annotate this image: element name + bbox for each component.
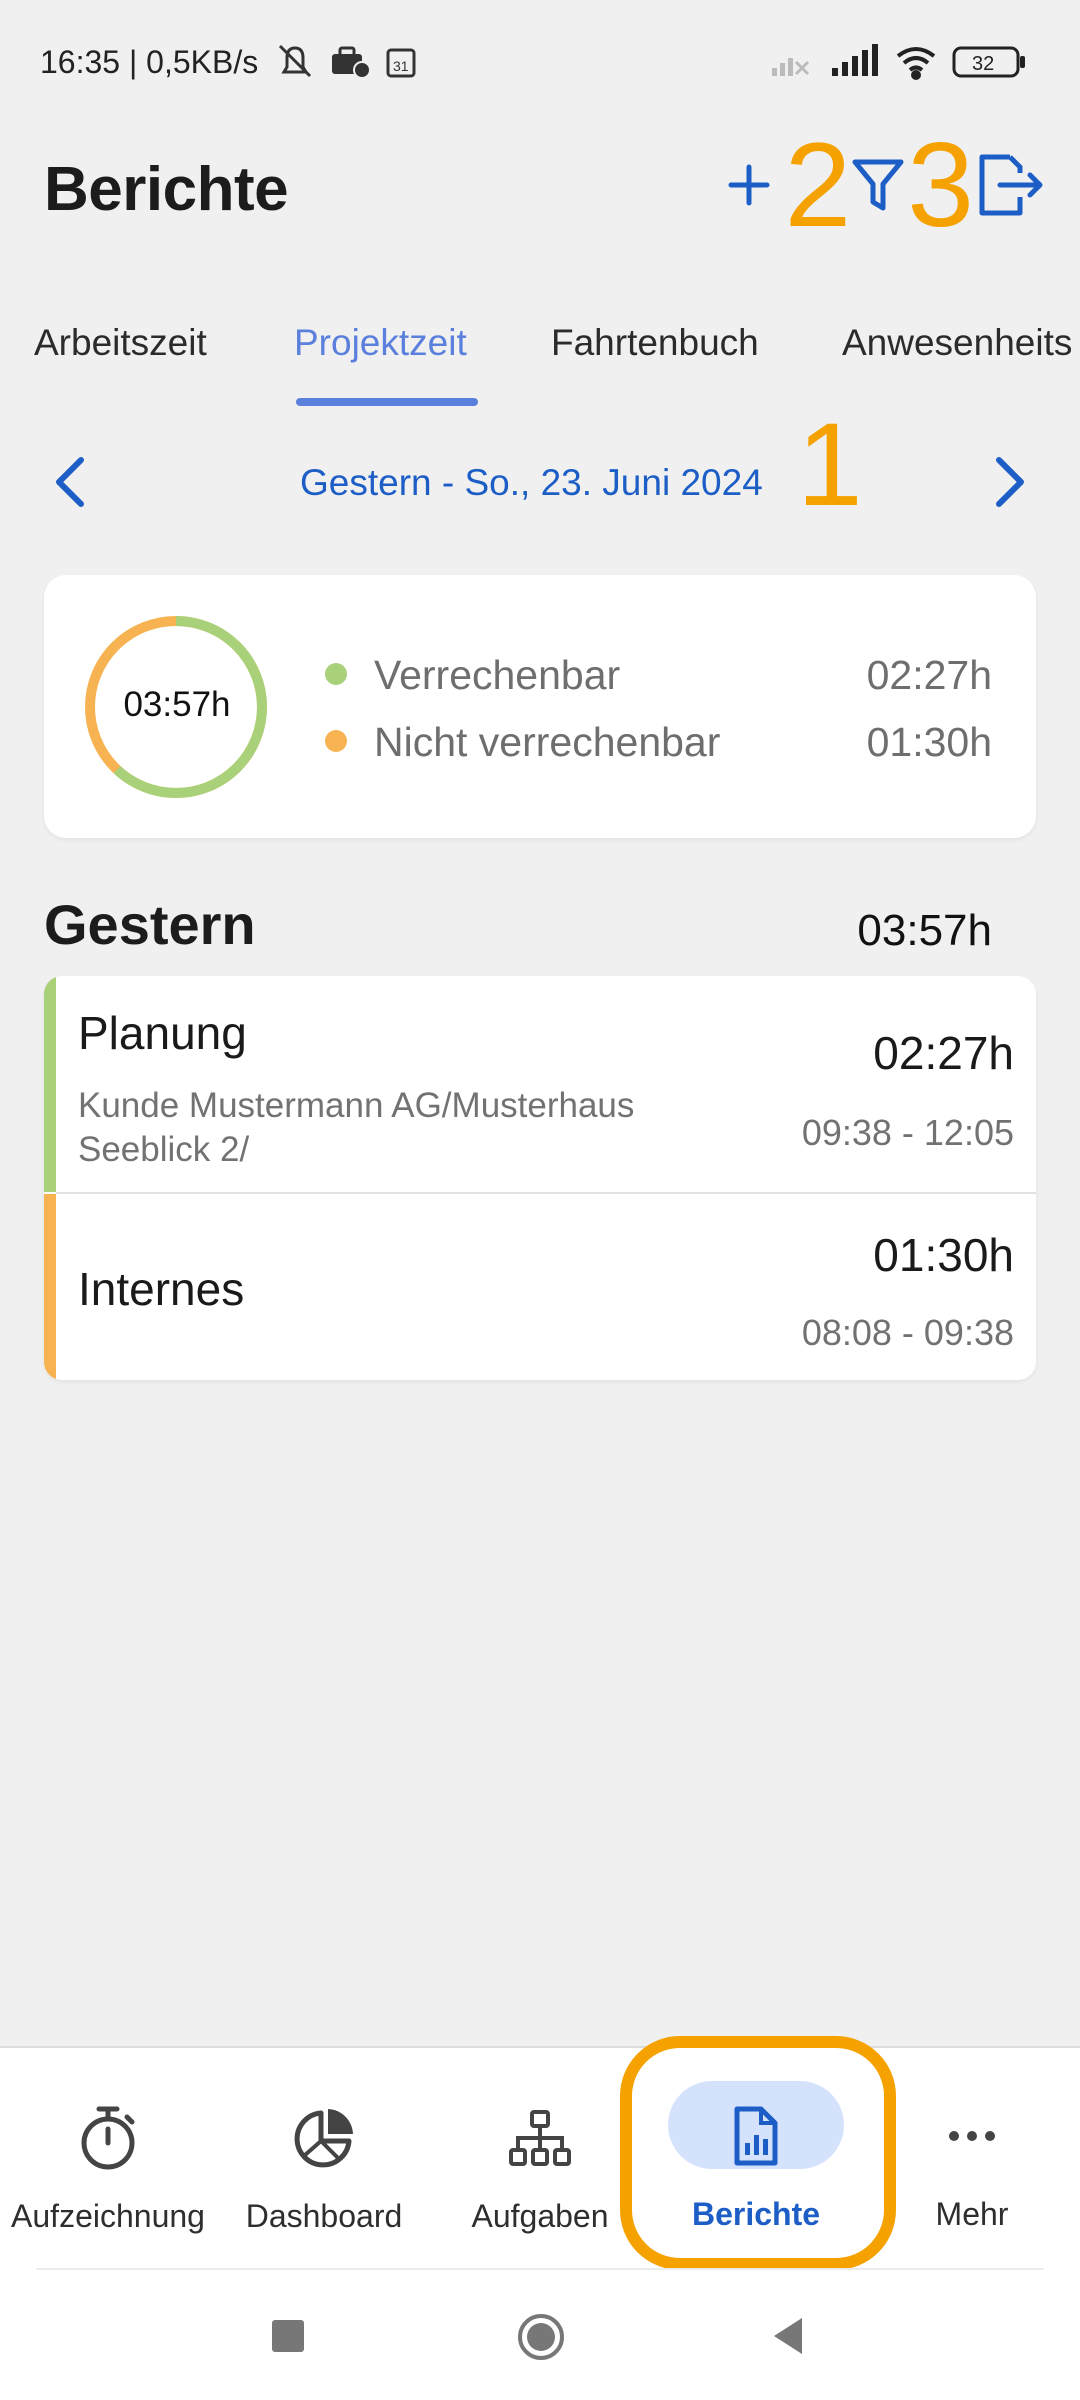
nonbillable-label: Nicht verrechenbar (374, 719, 721, 765)
toolbox-icon (332, 46, 371, 79)
wifi-icon (896, 47, 936, 80)
more-icon (932, 2096, 1012, 2176)
entry-color-bar (44, 976, 56, 1192)
pie-chart-icon (284, 2098, 364, 2178)
recent-apps-button[interactable] (270, 2318, 306, 2359)
filter-button[interactable] (851, 145, 907, 225)
svg-text:31: 31 (393, 58, 409, 74)
nonbillable-dot (325, 730, 347, 752)
annotation-2: 2 (784, 118, 852, 252)
tab-indicator (296, 398, 478, 406)
nav-dashboard[interactable]: Dashboard (216, 2048, 432, 2284)
tab-anwesenheit[interactable]: Anwesenheits (842, 322, 1072, 364)
export-button[interactable] (974, 145, 1044, 225)
highlight-ring-annotation (620, 2036, 896, 2270)
signal-icon (832, 44, 878, 76)
tab-arbeitszeit[interactable]: Arbeitszeit (34, 322, 207, 364)
status-icons-right: 32 (772, 42, 1032, 87)
nav-separator (36, 2268, 1044, 2270)
entry-time-range: 08:08 - 09:38 (801, 1312, 1014, 1353)
chevron-left-icon (56, 457, 84, 507)
date-label[interactable]: Gestern - So., 23. Juni 2024 (300, 462, 763, 504)
entry-color-bar (44, 1194, 56, 1380)
nav-aufgaben[interactable]: Aufgaben (432, 2048, 648, 2284)
export-icon (979, 154, 1043, 216)
back-button[interactable] (770, 2316, 806, 2361)
next-day-button[interactable] (974, 447, 1044, 517)
status-icons-left: 31 (276, 42, 436, 87)
entry-time-range: 09:38 - 12:05 (801, 1112, 1014, 1153)
signal-weak-icon (772, 58, 810, 76)
filter-icon (852, 159, 904, 211)
entry-planung[interactable]: Planung Kunde Mustermann AG/Musterhaus S… (44, 976, 1036, 1192)
donut-total: 03:57h (123, 685, 231, 724)
tab-fahrtenbuch[interactable]: Fahrtenbuch (551, 322, 759, 364)
system-navigation-bar (0, 2290, 1080, 2400)
annotation-1: 1 (797, 399, 863, 531)
status-time: 16:35 | 0,5KB/s (40, 44, 259, 80)
entry-duration: 01:30h (873, 1229, 1014, 1281)
billable-label: Verrechenbar (374, 652, 621, 698)
page-title: Berichte (44, 155, 289, 224)
hierarchy-icon (500, 2098, 580, 2178)
home-button[interactable] (516, 2312, 566, 2367)
nav-label: Mehr (935, 2196, 1009, 2232)
stopwatch-icon (68, 2098, 148, 2178)
entry-name: Planung (78, 1007, 247, 1059)
plus-icon (728, 164, 769, 206)
tab-projektzeit[interactable]: Projektzeit (294, 322, 467, 364)
home-circle-icon (518, 2314, 564, 2360)
add-button[interactable] (725, 145, 785, 225)
back-triangle-icon (774, 2318, 802, 2354)
battery-icon: 32 (952, 46, 1025, 78)
nav-label: Aufzeichnung (11, 2198, 205, 2234)
nonbillable-value: 01:30h (866, 719, 992, 765)
entry-duration: 02:27h (873, 1027, 1014, 1079)
nav-label: Dashboard (245, 2198, 403, 2234)
entry-internes[interactable]: Internes 01:30h 08:08 - 09:38 (44, 1194, 1036, 1380)
entries-card: Planung Kunde Mustermann AG/Musterhaus S… (44, 976, 1036, 1380)
day-total: 03:57h (857, 906, 992, 955)
header-actions: 2 3 (725, 118, 1045, 252)
previous-day-button[interactable] (36, 447, 106, 517)
nav-label: Aufgaben (471, 2198, 609, 2234)
svg-text:32: 32 (972, 53, 994, 75)
nav-aufzeichnung[interactable]: Aufzeichnung (0, 2048, 216, 2284)
calendar-icon: 31 (386, 48, 416, 78)
billable-dot (325, 663, 347, 685)
muted-bell-icon (278, 44, 312, 78)
day-title: Gestern (44, 893, 256, 956)
square-icon (272, 2320, 304, 2352)
nav-mehr[interactable]: Mehr (864, 2046, 1080, 2282)
annotation-3: 3 (907, 118, 974, 252)
chevron-right-icon (996, 457, 1024, 507)
billable-value: 02:27h (866, 652, 992, 698)
entry-name: Internes (78, 1263, 245, 1315)
entry-subtitle: Kunde Mustermann AG/Musterhaus Seeblick … (78, 1086, 635, 1169)
